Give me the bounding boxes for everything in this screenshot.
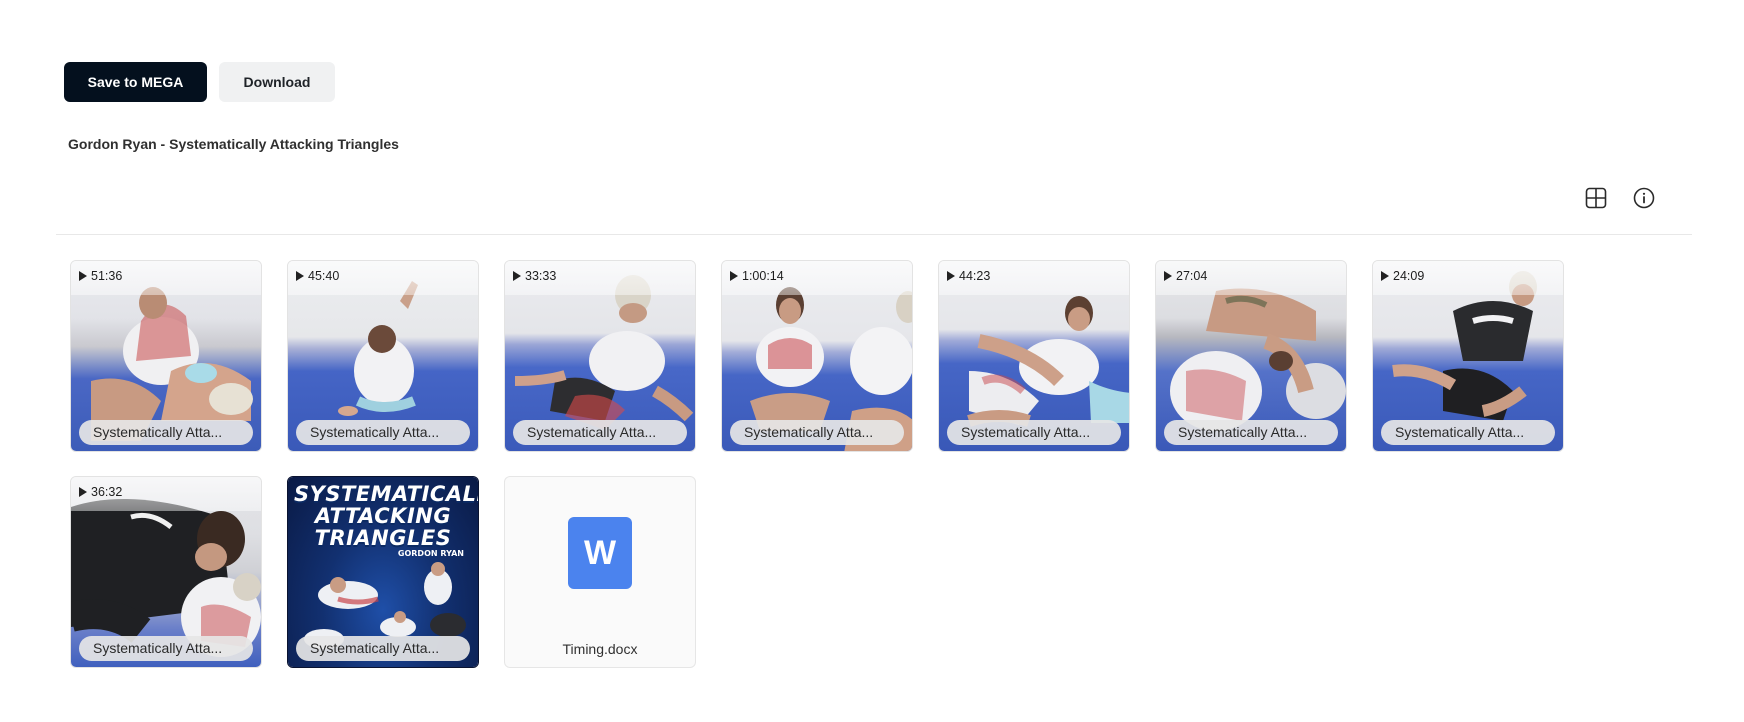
- file-name: Systematically Atta...: [79, 636, 253, 661]
- play-icon: [79, 487, 87, 497]
- info-icon[interactable]: [1632, 186, 1656, 210]
- view-controls: [1584, 186, 1656, 210]
- video-tile[interactable]: 51:36 Systematically Atta...: [70, 260, 262, 452]
- play-icon: [296, 271, 304, 281]
- video-duration: 33:33: [505, 261, 695, 295]
- video-duration: 51:36: [71, 261, 261, 295]
- video-tile[interactable]: 24:09 Systematically Atta...: [1372, 260, 1564, 452]
- video-tile[interactable]: 27:04 Systematically Atta...: [1155, 260, 1347, 452]
- play-icon: [1381, 271, 1389, 281]
- toolbar: Save to MEGA Download: [64, 62, 335, 102]
- image-tile[interactable]: SYSTEMATICALLY ATTACKING TRIANGLES GORDO…: [287, 476, 479, 668]
- video-tile[interactable]: 33:33 Systematically Atta...: [504, 260, 696, 452]
- file-name: Systematically Atta...: [79, 420, 253, 445]
- video-duration: 45:40: [288, 261, 478, 295]
- download-button[interactable]: Download: [219, 62, 335, 102]
- file-name: Systematically Atta...: [730, 420, 904, 445]
- file-name: Systematically Atta...: [296, 420, 470, 445]
- word-document-icon: W: [568, 517, 632, 589]
- video-tile[interactable]: 1:00:14 Systematically Atta...: [721, 260, 913, 452]
- file-name: Systematically Atta...: [1164, 420, 1338, 445]
- video-tile[interactable]: 45:40 Systematically Atta...: [287, 260, 479, 452]
- video-duration: 36:32: [71, 477, 261, 511]
- file-name: Systematically Atta...: [513, 420, 687, 445]
- document-tile[interactable]: W Timing.docx: [504, 476, 696, 668]
- file-name: Systematically Atta...: [1381, 420, 1555, 445]
- save-to-mega-button[interactable]: Save to MEGA: [64, 62, 207, 102]
- play-icon: [513, 271, 521, 281]
- video-tile[interactable]: 44:23 Systematically Atta...: [938, 260, 1130, 452]
- cover-subtitle: GORDON RYAN: [397, 549, 464, 558]
- video-duration: 27:04: [1156, 261, 1346, 295]
- video-duration: 44:23: [939, 261, 1129, 295]
- play-icon: [730, 271, 738, 281]
- cover-title: SYSTEMATICALLY ATTACKING TRIANGLES: [294, 482, 478, 550]
- play-icon: [79, 271, 87, 281]
- file-name: Systematically Atta...: [947, 420, 1121, 445]
- file-name: Timing.docx: [562, 641, 638, 657]
- folder-title: Gordon Ryan - Systematically Attacking T…: [68, 136, 399, 152]
- video-duration: 1:00:14: [722, 261, 912, 295]
- play-icon: [947, 271, 955, 281]
- file-name: Systematically Atta...: [296, 636, 470, 661]
- video-duration: 24:09: [1373, 261, 1563, 295]
- grid-view-icon[interactable]: [1584, 186, 1608, 210]
- file-grid: 51:36 Systematically Atta... 45:40 Syste…: [70, 260, 1570, 668]
- video-tile[interactable]: 36:32 Systematically Atta...: [70, 476, 262, 668]
- play-icon: [1164, 271, 1172, 281]
- header-divider: [56, 234, 1692, 235]
